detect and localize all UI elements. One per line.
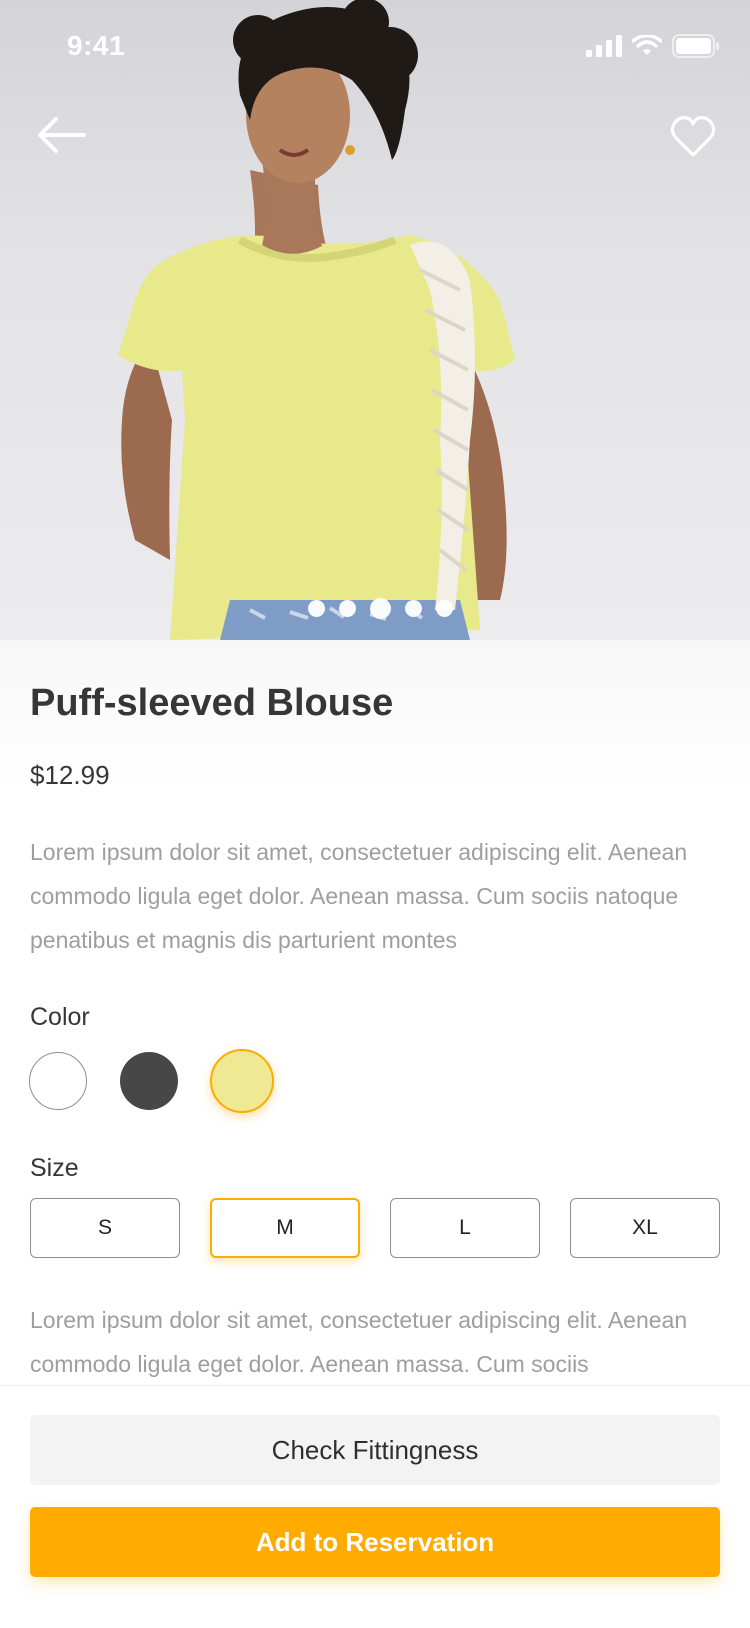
color-label: Color [30,1003,90,1031]
status-icons [586,34,720,58]
product-description-more: Lorem ipsum dolor sit amet, consectetuer… [30,1307,688,1377]
carousel-pagination [0,598,750,619]
add-to-reservation-button[interactable]: Add to Reservation [30,1507,720,1577]
color-options [29,1049,274,1113]
carousel-dot[interactable] [435,600,453,617]
size-label: Size [30,1154,79,1182]
product-description: Lorem ipsum dolor sit amet, consectetuer… [30,839,688,953]
carousel-dot[interactable] [307,600,325,617]
carousel-dot[interactable] [338,600,356,617]
color-swatch-dark-gray[interactable] [120,1052,178,1110]
favorite-button[interactable] [668,112,718,162]
back-button[interactable] [34,110,92,160]
size-option-s[interactable]: S [30,1198,180,1258]
check-fittingness-button[interactable]: Check Fittingness [30,1415,720,1485]
product-details: Puff-sleeved Blouse $12.99 Lorem ipsum d… [0,640,750,1385]
color-swatch-white[interactable] [29,1052,87,1110]
product-title: Puff-sleeved Blouse [30,682,394,724]
wifi-icon [632,35,662,55]
carousel-dot[interactable] [404,600,422,617]
product-photo [118,0,515,640]
product-price: $12.99 [30,760,110,790]
battery-icon [672,34,719,58]
arrow-left-icon [38,117,86,153]
carousel-dot-active[interactable] [369,598,391,619]
cellular-signal-icon [586,35,622,57]
status-time: 9:41 [67,30,126,61]
size-options: S M L XL [30,1198,720,1258]
size-option-m[interactable]: M [210,1198,360,1258]
bottom-action-bar: Check Fittingness Add to Reservation [0,1385,750,1628]
size-option-xl[interactable]: XL [570,1198,720,1258]
product-image-carousel[interactable]: 9:41 [0,0,750,640]
status-bar: 9:41 [0,0,750,92]
size-option-l[interactable]: L [390,1198,540,1258]
heart-icon [670,116,716,157]
color-swatch-yellow-selected[interactable] [210,1049,274,1113]
